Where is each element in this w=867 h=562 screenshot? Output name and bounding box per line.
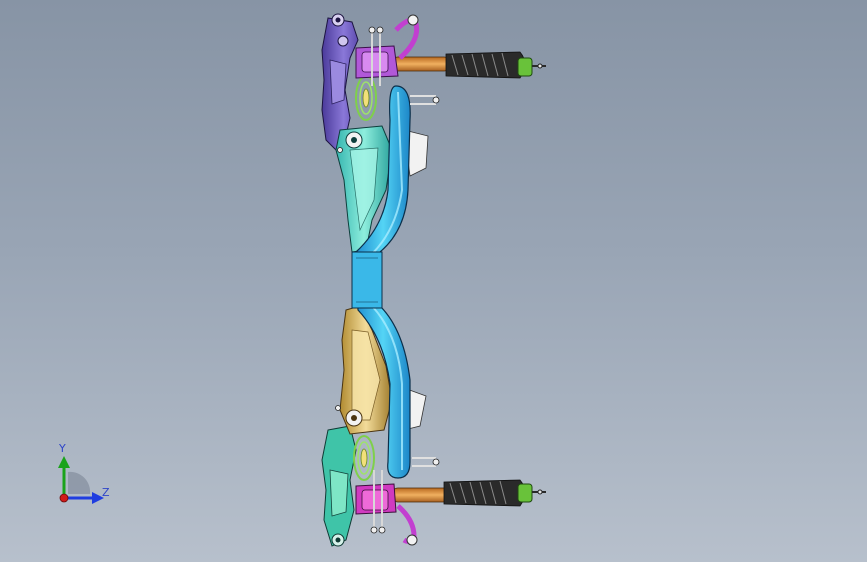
lower-tie-rod[interactable] (391, 479, 546, 507)
axis-triad-icon (58, 456, 104, 504)
cad-viewport[interactable]: Y Z (0, 0, 867, 562)
coordinate-triad: Y Z (46, 440, 126, 520)
lower-spring-seat (353, 435, 375, 481)
y-axis-label: Y (59, 442, 66, 455)
upper-tie-rod[interactable] (391, 51, 546, 79)
lower-knuckle-bracket[interactable] (321, 425, 357, 547)
rear-axle-assembly-model[interactable] (0, 0, 867, 562)
z-axis-label: Z (102, 486, 110, 499)
